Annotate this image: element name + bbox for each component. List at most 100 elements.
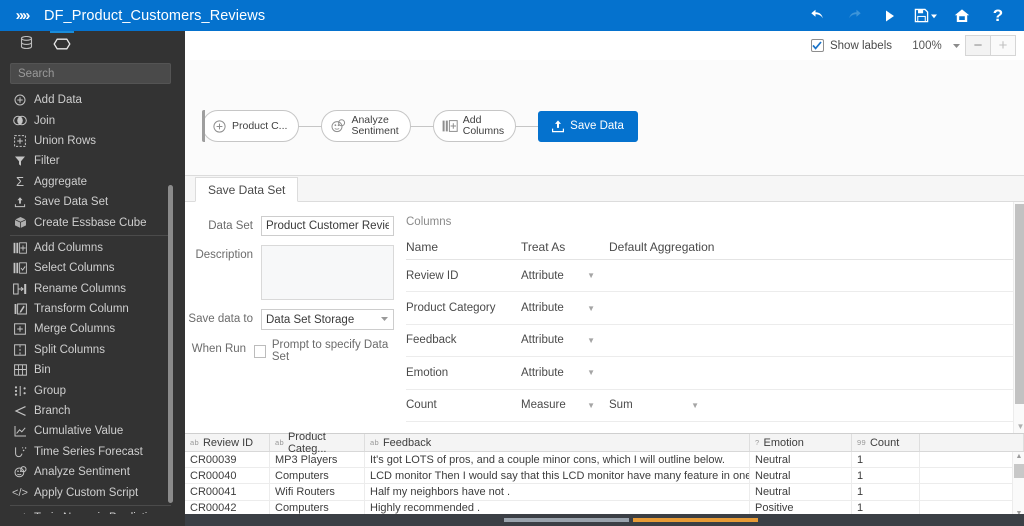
grid-scrollbar[interactable]: ▲ ▼ [1012,452,1024,518]
table-row[interactable]: CR00040 Computers LCD monitor Then I wou… [185,468,1024,485]
show-labels-label: Show labels [829,39,892,52]
flow-node-add-columns[interactable]: Add Columns [432,110,517,142]
save-data-to-select[interactable]: Data Set Storage [261,309,394,330]
sidebar-item-aggregate[interactable]: Σ Aggregate [0,172,185,192]
columns-table-row[interactable]: Feedback Attribute ▼ [406,325,1024,358]
sidebar-item-cumulative-value[interactable]: Cumulative Value [0,421,185,441]
flow-node-save-data[interactable]: Save Data [538,110,638,142]
sidebar-divider [10,504,171,506]
save-data-set-form: Data Set Description Save data to Data S… [185,202,394,433]
sidebar-item-transform-column[interactable]: Transform Column [0,299,185,319]
sidebar-tab-transforms[interactable] [44,31,80,60]
sidebar-item-group[interactable]: Group [0,380,185,400]
play-icon[interactable] [872,0,908,31]
union-rows-icon [10,135,30,147]
hamburger-chevrons-icon[interactable]: »» [0,7,44,24]
prompt-checkbox[interactable] [254,344,266,358]
table-row[interactable]: CR00041 Wifi Routers Half my neighbors h… [185,484,1024,501]
grid-header-review-id[interactable]: ab Review ID [185,434,270,451]
data-set-row: Data Set [185,216,394,236]
panel-scrollbar[interactable]: ▼ [1013,202,1024,433]
status-segment-gray [504,518,629,522]
grid-header-label: Count [869,436,900,449]
sidebar-item-apply-custom-script[interactable]: </> Apply Custom Script [0,482,185,502]
canvas-toolbar: Show labels 100% − + [185,31,1024,60]
zoom-level-value[interactable]: 100% [908,40,946,52]
checkbox-icon[interactable] [810,39,824,52]
grid-header-feedback[interactable]: ab Feedback [365,434,750,451]
column-name: Product Category [406,302,496,315]
type-tag-text-icon: ab [370,438,379,447]
sidebar-item-rename-columns[interactable]: Rename Columns [0,279,185,299]
top-app-bar: »» DF_Product_Customers_Reviews ? [0,0,1024,31]
sidebar-item-label: Analyze Sentiment [34,466,130,479]
sidebar-item-label: Time Series Forecast [34,445,143,458]
sidebar-item-join[interactable]: Join [0,110,185,130]
panel-scrollbar-thumb[interactable] [1015,204,1024,404]
columns-table-row[interactable]: Count Measure ▼ Sum ▼ [406,390,1024,422]
flow-node-analyze-sentiment[interactable]: Analyze Sentiment [321,110,411,142]
sidebar-item-save-data-set[interactable]: Save Data Set [0,192,185,212]
undo-icon[interactable] [800,0,836,31]
tab-save-data-set[interactable]: Save Data Set [195,177,299,202]
description-field[interactable] [261,245,394,300]
show-labels-toggle[interactable]: Show labels [810,39,892,52]
grid-header-count[interactable]: 99 Count [852,434,920,451]
search-input[interactable] [11,64,170,84]
sidebar-item-label: Branch [34,405,71,418]
filter-icon [10,155,30,167]
flow-node-label: Product C... [232,120,288,132]
scroll-up-arrow-icon[interactable]: ▲ [1013,453,1024,460]
sidebar-item-branch[interactable]: Branch [0,401,185,421]
columns-table-row[interactable]: Product Category Attribute ▼ [406,292,1024,325]
sentiment-icon [330,119,347,133]
database-icon [20,35,33,56]
home-icon[interactable] [944,0,980,31]
sidebar-item-union-rows[interactable]: Union Rows [0,131,185,151]
column-aggregation-select[interactable]: Sum ▼ [609,399,729,411]
page-title: DF_Product_Customers_Reviews [44,7,266,24]
header-name: Name [406,240,439,254]
sidebar-item-merge-columns[interactable]: Merge Columns [0,319,185,339]
zoom-in-button[interactable]: + [990,35,1016,56]
sidebar-item-time-series-forecast[interactable]: Time Series Forecast [0,442,185,462]
grid-header-emotion[interactable]: ? Emotion [750,434,852,451]
table-row[interactable]: CR00039 MP3 Players It's got LOTS of pro… [185,452,1024,469]
grid-scrollbar-thumb[interactable] [1014,464,1024,478]
column-treat-as-select[interactable]: Attribute ▼ [521,367,609,379]
column-treat-as-select[interactable]: Attribute ▼ [521,270,609,282]
sidebar-search[interactable] [10,63,171,84]
sidebar-item-add-columns[interactable]: Add Columns [0,238,185,258]
flow-node-product-customers[interactable]: Product C... [202,110,300,142]
data-set-field[interactable] [261,216,394,236]
prompt-toggle[interactable]: Prompt to specify Data Set [254,339,394,363]
sidebar-scrollbar[interactable] [168,185,173,503]
column-treat-as-select[interactable]: Attribute ▼ [521,334,609,346]
grid-header-label: Feedback [382,436,432,449]
sidebar-item-analyze-sentiment[interactable]: Analyze Sentiment [0,462,185,482]
columns-table-row[interactable]: Review ID Attribute ▼ [406,260,1024,293]
grid-header-product-category[interactable]: ab Product Categ... [270,431,365,455]
column-treat-as-select[interactable]: Measure ▼ [521,399,609,411]
sidebar-item-split-columns[interactable]: Split Columns [0,340,185,360]
sidebar-item-filter[interactable]: Filter [0,151,185,171]
sidebar-item-select-columns[interactable]: Select Columns [0,258,185,278]
flow-canvas[interactable]: Product C... Analyze Sentiment Add Colum… [185,60,1024,175]
sidebar-tab-data-sources[interactable] [8,31,44,60]
sidebar-item-bin[interactable]: Bin [0,360,185,380]
flow-connector [299,125,322,127]
save-disk-icon[interactable] [908,0,944,31]
question-mark-icon[interactable]: ? [980,0,1016,31]
chevron-down-icon: ▼ [587,368,595,378]
sidebar-item-create-essbase-cube[interactable]: Create Essbase Cube [0,212,185,232]
columns-table: Name Treat As Default Aggregation Review… [406,235,1024,422]
description-row: Description [185,245,394,300]
flow-node-label-line2: Columns [462,125,505,137]
forecast-icon [10,446,30,458]
zoom-out-button[interactable]: − [965,35,991,56]
zoom-dropdown-chevron-down-icon[interactable] [946,41,966,50]
scroll-down-arrow-icon[interactable]: ▼ [1014,422,1024,432]
column-treat-as-select[interactable]: Attribute ▼ [521,302,609,314]
sidebar-item-add-data[interactable]: Add Data [0,90,185,110]
columns-table-row[interactable]: Emotion Attribute ▼ [406,357,1024,390]
